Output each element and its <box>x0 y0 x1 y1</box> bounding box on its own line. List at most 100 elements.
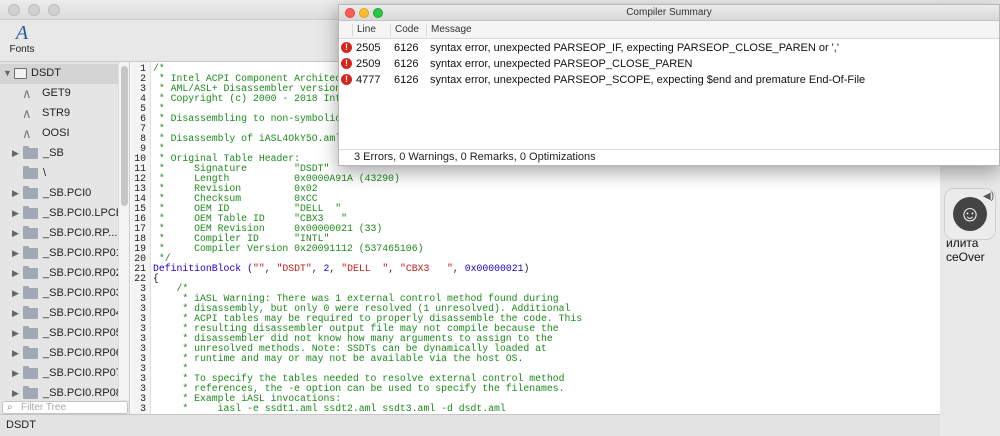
disclosure-closed-icon[interactable]: ▶ <box>12 308 19 319</box>
compiler-summary-footer: 3 Errors, 0 Warnings, 0 Remarks, 0 Optim… <box>339 149 999 165</box>
table-row[interactable]: ! 4777 6126 syntax error, unexpected PAR… <box>339 72 999 88</box>
row-code: 6126 <box>394 58 419 70</box>
method-icon: ∧ <box>22 86 32 101</box>
tree-item-method[interactable]: ∧ GET9 <box>0 84 118 104</box>
close-button[interactable] <box>8 4 20 16</box>
disclosure-closed-icon[interactable]: ▶ <box>12 248 19 259</box>
code-token: , <box>329 263 342 274</box>
tree-item-scope[interactable]: ▶ _SB.PCI0.RP... <box>0 224 118 244</box>
disclosure-closed-icon[interactable]: ▶ <box>12 328 19 339</box>
tree-item-label: _SB.PCI0.RP04 <box>43 307 122 319</box>
tree-item-scope[interactable]: ▶ _SB.PCI0.RP07 <box>0 364 122 384</box>
code-token: DefinitionBlock ( <box>153 263 253 274</box>
tree-item-scope[interactable]: ▶ _SB.PCI0.RP04 <box>0 304 122 324</box>
disclosure-closed-icon[interactable]: ▶ <box>12 228 19 239</box>
row-line: 4777 <box>356 74 381 86</box>
close-button[interactable] <box>345 8 355 18</box>
sidebar-scrollbar[interactable] <box>118 62 129 400</box>
tree-item-method[interactable]: ∧ STR9 <box>0 104 118 124</box>
line-number-gutter: 1 2 3 4 5 6 7 8 9 10 11 12 13 14 15 16 1… <box>131 62 151 414</box>
code-token: * Compiler Version <box>153 243 295 254</box>
voiceover-icon: ☺ ◀) <box>944 188 996 240</box>
disclosure-closed-icon[interactable]: ▶ <box>12 208 19 219</box>
disclosure-closed-icon[interactable]: ▶ <box>12 148 19 159</box>
disclosure-open-icon[interactable]: ▼ <box>3 68 12 78</box>
tree-item-scope[interactable]: ▶ _SB.PCI0.RP02 <box>0 264 122 284</box>
status-bar: DSDT <box>0 414 940 436</box>
tree-item-scope[interactable]: ▶ _SB.PCI0.RP01 <box>0 244 122 264</box>
row-message: syntax error, unexpected PARSEOP_SCOPE, … <box>430 74 866 86</box>
tree-item-scope[interactable]: ▶ _SB.PCI0 <box>0 184 118 204</box>
tree-item-scope[interactable]: ▶ _SB.PCI0.RP05 <box>0 324 122 344</box>
desktop-app-label: илита <box>946 236 979 250</box>
tree-item-root[interactable]: ▼ DSDT <box>0 64 118 84</box>
fonts-button[interactable]: A Fonts <box>2 22 42 60</box>
tree-item-label: _SB.PCI0.RP03 <box>43 287 122 299</box>
tree-item-label: _SB.PCI0.RP05 <box>43 327 122 339</box>
disclosure-closed-icon[interactable]: ▶ <box>12 268 19 279</box>
folder-icon <box>23 206 38 219</box>
code-token: "DELL " <box>341 263 389 274</box>
fonts-label: Fonts <box>9 44 35 55</box>
code-line: * runtime and may or may not be availabl… <box>153 353 524 364</box>
disclosure-closed-icon[interactable]: ▶ <box>12 388 19 399</box>
tree-item-label: OOSI <box>42 127 70 139</box>
code-token: , <box>452 263 465 274</box>
code-token: 0x20091112 (537465106) <box>294 243 424 254</box>
accessibility-icon: ☺ <box>953 197 987 231</box>
table-row[interactable]: ! 2509 6126 syntax error, unexpected PAR… <box>339 56 999 72</box>
folder-icon <box>23 366 38 379</box>
disclosure-closed-icon[interactable]: ▶ <box>12 348 19 359</box>
folder-icon <box>23 306 38 319</box>
voiceover-utility-app[interactable]: ☺ ◀) илита ceOver <box>940 180 1000 270</box>
tree-item-label: STR9 <box>42 107 71 119</box>
disclosure-closed-icon[interactable]: ▶ <box>12 188 19 199</box>
code-line: * Disassembly of iASL4OkY5O.aml, We <box>153 133 365 144</box>
tree-item-label: _SB.PCI0.LPCB <box>43 207 124 219</box>
method-icon: ∧ <box>22 106 32 121</box>
disclosure-closed-icon[interactable]: ▶ <box>12 288 19 299</box>
filter-placeholder: Filter Tree <box>21 402 67 413</box>
column-header-code[interactable]: Code <box>390 24 419 36</box>
zoom-button[interactable] <box>373 8 383 18</box>
screen: ☺ ◀) илита ceOver A Fonts ▼ DSDT ∧ GET9 … <box>0 0 1000 436</box>
folder-icon <box>23 246 38 259</box>
row-code: 6126 <box>394 42 419 54</box>
code-token: , <box>264 263 277 274</box>
tree-item-label: _SB.PCI0 <box>43 187 92 199</box>
column-header-line[interactable]: Line <box>352 24 376 36</box>
tree-item-label: _SB.PCI0.RP06 <box>43 347 122 359</box>
filter-tree-input[interactable]: Filter Tree ⌕ <box>2 401 128 414</box>
table-row[interactable]: ! 2505 6126 syntax error, unexpected PAR… <box>339 40 999 56</box>
desktop-app-label: ceOver <box>946 250 985 264</box>
tree-item-method[interactable]: ∧ OOSI <box>0 124 118 144</box>
sidebar-tree: ▼ DSDT ∧ GET9 ∧ STR9 ∧ OOSI ▶ _SB \ ▶ _SB.… <box>0 62 130 414</box>
code-token: , <box>311 263 324 274</box>
status-text: DSDT <box>6 419 36 431</box>
code-token: "CBX3 " <box>400 263 453 274</box>
compiler-summary-window: Compiler Summary Line Code Message ! 250… <box>338 4 1000 166</box>
folder-icon <box>23 386 38 399</box>
disclosure-closed-icon[interactable]: ▶ <box>12 368 19 379</box>
error-icon: ! <box>341 42 352 53</box>
tree-item-label: \ <box>43 167 47 179</box>
code-line: * Compiler Version 0x20091112 (537465106… <box>153 243 424 254</box>
minimize-button[interactable] <box>359 8 369 18</box>
tree-item-scope[interactable]: ▶ _SB.PCI0.LPCB <box>0 204 123 224</box>
scrollbar-thumb[interactable] <box>121 66 128 206</box>
zoom-button[interactable] <box>48 4 60 16</box>
tree-item-scope[interactable]: ▶ _SB.PCI0.RP06 <box>0 344 122 364</box>
tree-item-label: DSDT <box>31 67 61 79</box>
tree-item-scope[interactable]: ▶ _SB <box>0 144 118 164</box>
row-line: 2509 <box>356 58 381 70</box>
minimize-button[interactable] <box>28 4 40 16</box>
row-message: syntax error, unexpected PARSEOP_IF, exp… <box>430 42 839 54</box>
tree-item-scope[interactable]: ▶ _SB.PCI0.RP03 <box>0 284 122 304</box>
tree-item-label: _SB.PCI0.RP02 <box>43 267 122 279</box>
row-code: 6126 <box>394 74 419 86</box>
row-line: 2505 <box>356 42 381 54</box>
tree-item-scope[interactable]: \ <box>0 164 118 184</box>
column-header-message[interactable]: Message <box>426 24 472 36</box>
method-icon: ∧ <box>22 126 32 141</box>
code-token: , <box>388 263 400 274</box>
